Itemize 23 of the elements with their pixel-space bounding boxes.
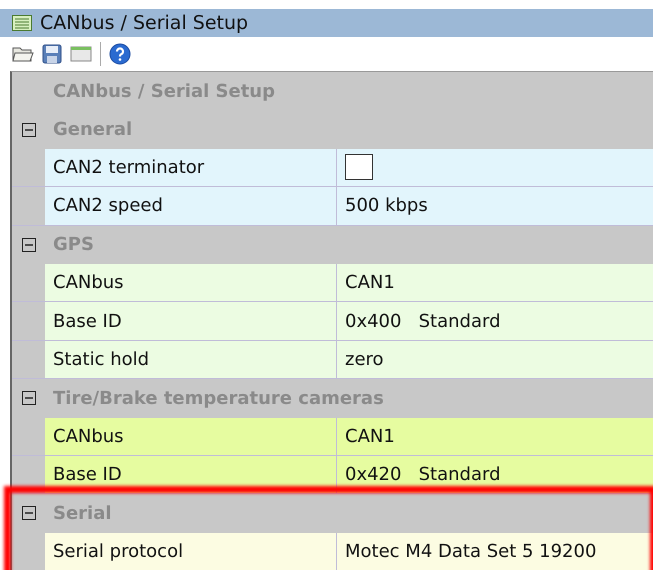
property-value[interactable]: CAN1 — [345, 272, 395, 294]
property-value[interactable]: 500 kbps — [345, 195, 428, 216]
property-label: Static hold — [45, 340, 337, 378]
collapse-icon[interactable] — [22, 506, 36, 520]
property-label: CAN2 terminator — [45, 148, 337, 186]
window-icon[interactable] — [70, 45, 92, 63]
property-label: CAN2 speed — [45, 187, 337, 225]
help-icon[interactable] — [109, 43, 131, 65]
property-label: Base ID — [45, 302, 337, 340]
window-title: CANbus / Serial Setup — [40, 12, 248, 34]
grid-title: CANbus / Serial Setup — [52, 80, 276, 102]
collapse-icon[interactable] — [22, 391, 36, 406]
property-value[interactable]: CAN1 — [345, 426, 395, 447]
save-icon[interactable] — [42, 44, 62, 64]
checkbox[interactable] — [345, 154, 373, 180]
property-label: Serial protocol — [45, 532, 337, 570]
property-value[interactable]: zero — [345, 348, 384, 370]
collapse-icon[interactable] — [22, 238, 36, 252]
folder-icon[interactable] — [12, 45, 34, 63]
property-label: CANbus — [45, 418, 337, 455]
collapse-icon[interactable] — [22, 122, 36, 137]
property-label: CANbus — [45, 264, 337, 302]
window-icon — [12, 15, 32, 31]
